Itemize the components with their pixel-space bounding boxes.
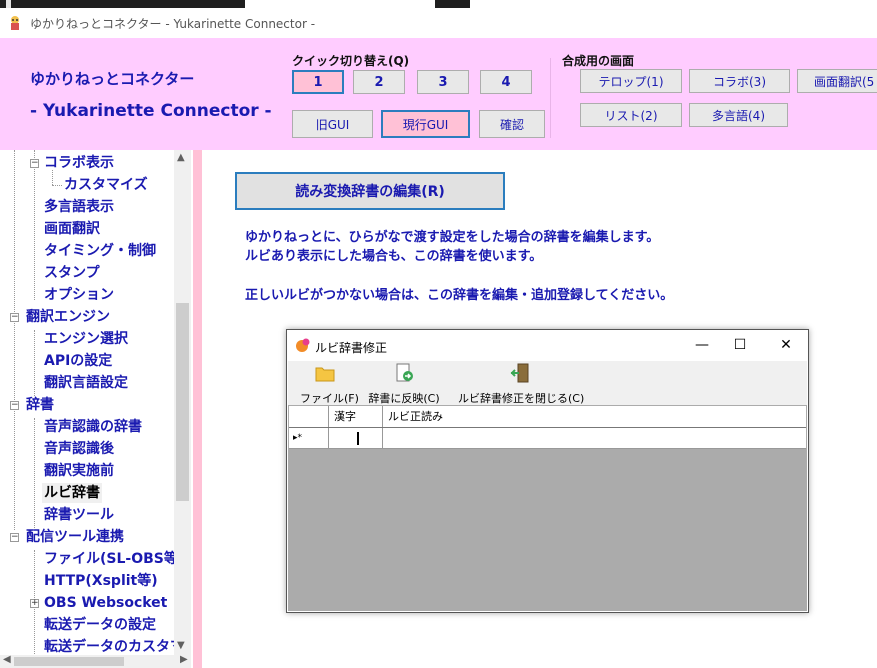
window-titlebar: ゆかりねっとコネクター - Yukarinette Connector -	[0, 8, 877, 38]
edit-reading-dict-button[interactable]: 読み変換辞書の編集(R)	[235, 172, 505, 210]
apply-doc-icon	[396, 363, 413, 382]
quick-switch-4-button[interactable]: 4	[480, 70, 532, 94]
ruby-cell[interactable]	[383, 428, 806, 448]
file-menu-button[interactable]: ファイル(F)	[300, 363, 359, 405]
window-title: ゆかりねっとコネクター - Yukarinette Connector -	[30, 17, 316, 31]
tree-vertical-scrollbar[interactable]: ▲ ▼	[174, 150, 191, 655]
exit-door-icon	[510, 363, 529, 383]
telop-button[interactable]: テロップ(1)	[580, 69, 682, 93]
tree-item-before-translate[interactable]: 翻訳実施前	[44, 461, 114, 481]
quick-switch-2-button[interactable]: 2	[353, 70, 405, 94]
tree-item-translation-engine[interactable]: 翻訳エンジン	[26, 307, 110, 327]
header-separator	[550, 58, 551, 138]
column-header-ruby[interactable]: ルビ正読み	[383, 406, 806, 427]
taskbar-strip	[0, 0, 877, 8]
tree-item-after-speech[interactable]: 音声認識後	[44, 439, 114, 459]
hscroll-thumb[interactable]	[14, 657, 124, 666]
tree-item-dictionary[interactable]: 辞書	[26, 395, 54, 415]
current-gui-button[interactable]: 現行GUI	[381, 110, 470, 138]
scroll-up-icon[interactable]: ▲	[177, 152, 185, 163]
tree-item-obs-websocket[interactable]: OBS Websocket	[44, 593, 167, 613]
tree-item-speech-dict[interactable]: 音声認識の辞書	[44, 417, 142, 437]
tree-item-ruby-dict[interactable]: ルビ辞書	[42, 483, 102, 503]
tree-item-multilang[interactable]: 多言語表示	[44, 197, 114, 217]
dialog-app-icon	[296, 338, 310, 352]
scroll-left-icon[interactable]: ◀	[3, 654, 11, 665]
old-gui-button[interactable]: 旧GUI	[292, 110, 373, 138]
tree-item-customize[interactable]: カスタマイズ	[64, 175, 148, 195]
quick-switch-1-button[interactable]: 1	[292, 70, 344, 94]
list-button[interactable]: リスト(2)	[580, 103, 682, 127]
multilang-button[interactable]: 多言語(4)	[689, 103, 788, 127]
close-editor-button[interactable]: ルビ辞書修正を閉じる(C)	[458, 363, 585, 405]
dialog-toolbar: ファイル(F) 辞書に反映(C) ルビ辞書修正を閉じる(C)	[288, 361, 807, 405]
apply-to-dict-button[interactable]: 辞書に反映(C)	[368, 363, 440, 405]
tree-item-stamp[interactable]: スタンプ	[44, 263, 100, 283]
tree-item-engine-select[interactable]: エンジン選択	[44, 329, 128, 349]
ruby-dict-dialog: ルビ辞書修正 — ☐ ✕ ファイル(F) 辞書に反映(C) ルビ辞書修正を閉じる…	[286, 329, 809, 613]
close-icon[interactable]: ✕	[771, 334, 801, 356]
maximize-icon[interactable]: ☐	[725, 334, 755, 356]
scroll-down-icon[interactable]: ▼	[177, 640, 185, 651]
settings-tree: − コラボ表示 カスタマイズ 多言語表示 画面翻訳 タイミング・制御 スタンプ …	[0, 150, 193, 668]
collapse-icon[interactable]: −	[10, 401, 19, 410]
description-line-1: ゆかりねっとに、ひらがなで渡す設定をした場合の辞書を編集します。	[245, 230, 660, 245]
divider-bar	[193, 150, 202, 668]
expand-icon[interactable]: +	[30, 599, 39, 608]
grid-header-row: 漢字 ルビ正読み	[289, 406, 806, 428]
minimize-icon[interactable]: —	[687, 334, 717, 356]
close-editor-label: ルビ辞書修正を閉じる(C)	[458, 392, 585, 405]
tree-item-option[interactable]: オプション	[44, 285, 114, 305]
tree-item-streaming-tools[interactable]: 配信ツール連携	[26, 527, 124, 547]
app-icon	[11, 16, 19, 30]
header-panel: ゆかりねっとコネクター - Yukarinette Connector - クイ…	[0, 38, 877, 150]
table-row[interactable]: ▸*	[289, 428, 806, 449]
collapse-icon[interactable]: −	[30, 159, 39, 168]
scroll-right-icon[interactable]: ▶	[180, 654, 188, 665]
folder-icon	[315, 367, 335, 382]
collapse-icon[interactable]: −	[10, 533, 19, 542]
collab-button[interactable]: コラボ(3)	[689, 69, 790, 93]
tree-item-file-output[interactable]: ファイル(SL-OBS等)	[44, 549, 184, 569]
tree-item-collab-display[interactable]: コラボ表示	[44, 153, 114, 173]
quick-switch-label: クイック切り替え(Q)	[292, 54, 410, 68]
tree-item-transfer-custom[interactable]: 転送データのカスタマ	[44, 637, 184, 657]
tree-item-api-settings[interactable]: APIの設定	[44, 351, 112, 371]
tree-item-translation-lang[interactable]: 翻訳言語設定	[44, 373, 128, 393]
tree-item-screen-translate[interactable]: 画面翻訳	[44, 219, 100, 239]
scroll-thumb[interactable]	[176, 303, 189, 501]
app-name-jp: ゆかりねっとコネクター	[30, 70, 195, 88]
tree-item-http[interactable]: HTTP(Xsplit等)	[44, 571, 158, 591]
quick-switch-3-button[interactable]: 3	[417, 70, 469, 94]
confirm-button[interactable]: 確認	[479, 110, 545, 138]
new-row-marker: ▸*	[289, 428, 329, 448]
tree-item-timing[interactable]: タイミング・制御	[44, 241, 156, 261]
tree-item-dict-tools[interactable]: 辞書ツール	[44, 505, 114, 525]
tree-horizontal-scrollbar[interactable]: ◀ ▶	[0, 654, 191, 668]
dialog-title: ルビ辞書修正	[315, 341, 388, 355]
app-name-en: - Yukarinette Connector -	[30, 101, 272, 121]
composite-screen-label: 合成用の画面	[562, 54, 635, 68]
apply-to-dict-label: 辞書に反映(C)	[368, 392, 440, 405]
description-line-3: 正しいルビがつかない場合は、この辞書を編集・追加登録してください。	[245, 288, 674, 303]
file-menu-label: ファイル(F)	[300, 392, 359, 405]
ruby-dict-grid[interactable]: 漢字 ルビ正読み ▸*	[288, 405, 807, 611]
text-cursor	[357, 432, 359, 445]
row-header-corner	[289, 406, 329, 427]
column-header-kanji[interactable]: 漢字	[329, 406, 383, 427]
collapse-icon[interactable]: −	[10, 313, 19, 322]
kanji-cell[interactable]	[329, 428, 383, 448]
description-line-2: ルビあり表示にした場合も、この辞書を使います。	[245, 249, 543, 264]
screen-translate-button[interactable]: 画面翻訳(5	[797, 69, 877, 93]
tree-item-transfer-settings[interactable]: 転送データの設定	[44, 615, 156, 635]
